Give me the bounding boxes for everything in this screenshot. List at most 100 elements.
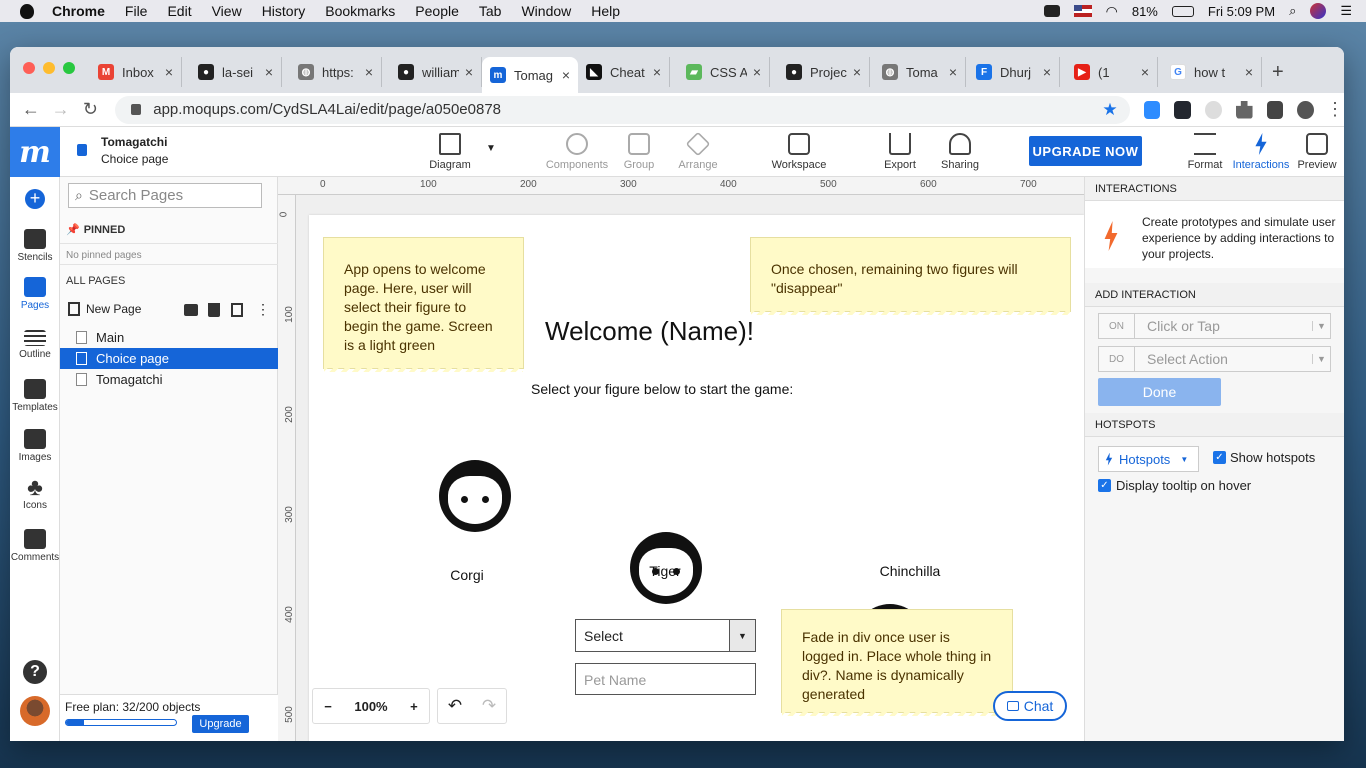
- corgi-face-icon[interactable]: [439, 460, 511, 532]
- address-bar[interactable]: app.moqups.com/CydSLA4Lai/edit/page/a050…: [115, 95, 1130, 124]
- extensions-puzzle-icon[interactable]: [1235, 100, 1253, 119]
- lock-icon[interactable]: [77, 144, 87, 156]
- new-tab-icon[interactable]: +: [1272, 61, 1284, 84]
- tab-close-icon[interactable]: ×: [753, 64, 761, 80]
- welcome-title[interactable]: Welcome (Name)!: [545, 316, 754, 347]
- components-button[interactable]: Components: [542, 133, 612, 171]
- pet-name-input[interactable]: Pet Name: [575, 663, 756, 695]
- siri-icon[interactable]: [1310, 3, 1327, 19]
- user-avatar[interactable]: [20, 696, 50, 726]
- horizontal-ruler[interactable]: 0 100 200 300 400 500 600 700: [278, 177, 1084, 195]
- moqups-logo[interactable]: m: [10, 127, 60, 177]
- chevron-down-icon[interactable]: ▼: [729, 620, 755, 651]
- bookmark-star-icon[interactable]: ★: [1102, 100, 1117, 120]
- chevron-down-icon[interactable]: ▼: [486, 143, 496, 154]
- sharing-button[interactable]: Sharing: [925, 133, 995, 171]
- search-pages-input[interactable]: ⌕ Search Pages: [68, 183, 262, 208]
- apple-icon[interactable]: [20, 3, 34, 19]
- done-button[interactable]: Done: [1098, 378, 1221, 406]
- clock[interactable]: Fri 5:09 PM: [1208, 4, 1275, 19]
- figure-label-chinchilla[interactable]: Chinchilla: [860, 563, 960, 579]
- tab-close-icon[interactable]: ×: [949, 64, 957, 80]
- upgrade-button[interactable]: Upgrade: [192, 715, 249, 733]
- page-item-tomagatchi[interactable]: Tomagatchi: [60, 369, 278, 390]
- battery-percent[interactable]: 81%: [1132, 4, 1158, 19]
- menu-bookmarks[interactable]: Bookmarks: [325, 3, 395, 19]
- extension-icon[interactable]: [1205, 100, 1222, 119]
- maximize-window-icon[interactable]: [63, 62, 75, 74]
- browser-tab[interactable]: M Inbox ×: [90, 57, 182, 87]
- upgrade-now-button[interactable]: UPGRADE NOW: [1029, 136, 1142, 166]
- sticky-note-welcome[interactable]: App opens to welcome page. Here, user wi…: [323, 237, 524, 372]
- zoom-extension-icon[interactable]: [1143, 100, 1161, 119]
- browser-tab[interactable]: ◍ https: ×: [290, 57, 382, 87]
- browser-tab[interactable]: ▰ CSS A ×: [678, 57, 770, 87]
- rail-icons[interactable]: ♣ Icons: [10, 476, 60, 512]
- checkbox-checked-icon[interactable]: ✓: [1098, 479, 1111, 492]
- new-folder-icon[interactable]: [184, 304, 198, 316]
- browser-tab[interactable]: F Dhurj ×: [968, 57, 1060, 87]
- wifi-icon[interactable]: ◠: [1106, 3, 1118, 20]
- checkbox-checked-icon[interactable]: ✓: [1213, 451, 1226, 464]
- tab-close-icon[interactable]: ×: [465, 64, 473, 80]
- hotspots-dropdown[interactable]: Hotspots ▼: [1098, 446, 1199, 472]
- sticky-note-disappear[interactable]: Once chosen, remaining two figures will …: [750, 237, 1071, 315]
- zoom-status-icon[interactable]: [1043, 5, 1060, 17]
- help-icon[interactable]: ?: [23, 660, 47, 684]
- page-item-choice-page[interactable]: Choice page: [60, 348, 278, 369]
- browser-tab[interactable]: ● william ×: [390, 57, 482, 87]
- rail-stencils[interactable]: Stencils: [10, 229, 60, 263]
- menu-edit[interactable]: Edit: [167, 3, 191, 19]
- preview-tab[interactable]: Preview: [1282, 133, 1344, 171]
- tab-close-icon[interactable]: ×: [265, 64, 273, 80]
- notification-center-icon[interactable]: ☰: [1340, 3, 1352, 19]
- tab-close-icon[interactable]: ×: [562, 67, 570, 83]
- tab-close-icon[interactable]: ×: [1245, 64, 1253, 80]
- menu-people[interactable]: People: [415, 3, 459, 19]
- back-icon[interactable]: ←: [16, 99, 46, 120]
- browser-tab[interactable]: ● la-sei ×: [190, 57, 282, 87]
- react-devtools-icon[interactable]: [1174, 100, 1192, 119]
- sticky-note-fade-in[interactable]: Fade in div once user is logged in. Plac…: [781, 609, 1013, 716]
- menu-tab[interactable]: Tab: [479, 3, 502, 19]
- zoom-out-icon[interactable]: −: [324, 699, 332, 714]
- reload-icon[interactable]: ↻: [76, 99, 106, 120]
- diagram-button[interactable]: Diagram: [415, 133, 485, 171]
- input-source-flag-icon[interactable]: [1073, 5, 1092, 17]
- tab-close-icon[interactable]: ×: [365, 64, 373, 80]
- more-options-icon[interactable]: ⋮: [256, 301, 270, 318]
- spotlight-search-icon[interactable]: ⌕: [1289, 3, 1296, 19]
- undo-icon[interactable]: ↶: [448, 696, 462, 716]
- browser-tab[interactable]: ▶ (1 ×: [1066, 57, 1158, 87]
- arrange-button[interactable]: Arrange: [663, 131, 733, 171]
- vertical-ruler[interactable]: 0 100 200 300 400 500: [278, 195, 296, 741]
- action-select[interactable]: DO Select Action ▼: [1098, 346, 1331, 372]
- chrome-menu-icon[interactable]: ⋮: [1326, 99, 1344, 120]
- chat-button[interactable]: Chat: [993, 691, 1067, 721]
- redo-icon[interactable]: ↷: [482, 696, 496, 716]
- tooltip-checkbox[interactable]: ✓ Display tooltip on hover: [1098, 478, 1251, 493]
- minimize-window-icon[interactable]: [43, 62, 55, 74]
- url-text[interactable]: app.moqups.com/CydSLA4Lai/edit/page/a050…: [153, 101, 501, 118]
- add-icon[interactable]: +: [25, 189, 45, 209]
- menu-help[interactable]: Help: [591, 3, 620, 19]
- tab-close-icon[interactable]: ×: [1141, 64, 1149, 80]
- rail-outline[interactable]: Outline: [10, 330, 60, 360]
- menu-history[interactable]: History: [262, 3, 306, 19]
- new-page-button[interactable]: New Page: [68, 302, 141, 316]
- select-figure-text[interactable]: Select your figure below to start the ga…: [531, 381, 793, 397]
- browser-tab[interactable]: ◣ Cheat ×: [578, 57, 670, 87]
- browser-tab[interactable]: ● Projec ×: [778, 57, 870, 87]
- project-name[interactable]: Tomagatchi: [101, 135, 167, 149]
- menu-view[interactable]: View: [212, 3, 242, 19]
- workspace-button[interactable]: Workspace: [764, 133, 834, 171]
- delete-icon[interactable]: [208, 303, 220, 317]
- menu-app-name[interactable]: Chrome: [52, 3, 105, 19]
- forward-icon[interactable]: →: [46, 99, 76, 120]
- rail-comments[interactable]: Comments: [10, 529, 60, 563]
- battery-icon[interactable]: [1171, 5, 1194, 17]
- figure-label-tiger[interactable]: Tiger: [615, 563, 715, 579]
- menu-file[interactable]: File: [125, 3, 148, 19]
- close-window-icon[interactable]: [23, 62, 35, 74]
- duplicate-icon[interactable]: [231, 303, 243, 317]
